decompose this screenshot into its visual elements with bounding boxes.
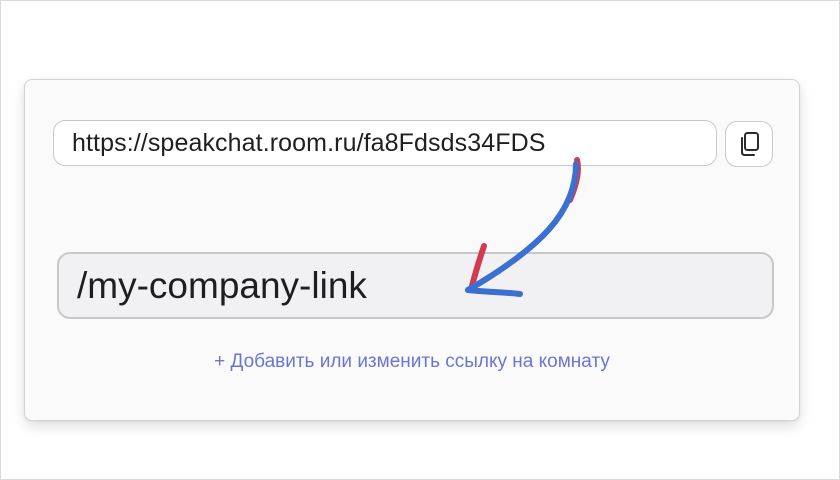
custom-link-field[interactable]: /my-company-link xyxy=(57,252,774,319)
copy-icon xyxy=(741,132,759,156)
add-change-room-link[interactable]: + Добавить или изменить ссылку на комнат… xyxy=(25,351,799,373)
copy-url-button[interactable] xyxy=(725,121,773,167)
room-url-text: https://speakchat.room.ru/fa8Fdsds34FDS xyxy=(72,128,546,157)
room-url-field[interactable]: https://speakchat.room.ru/fa8Fdsds34FDS xyxy=(53,120,717,166)
custom-link-text: /my-company-link xyxy=(77,264,367,306)
room-link-card: https://speakchat.room.ru/fa8Fdsds34FDS … xyxy=(24,79,800,421)
